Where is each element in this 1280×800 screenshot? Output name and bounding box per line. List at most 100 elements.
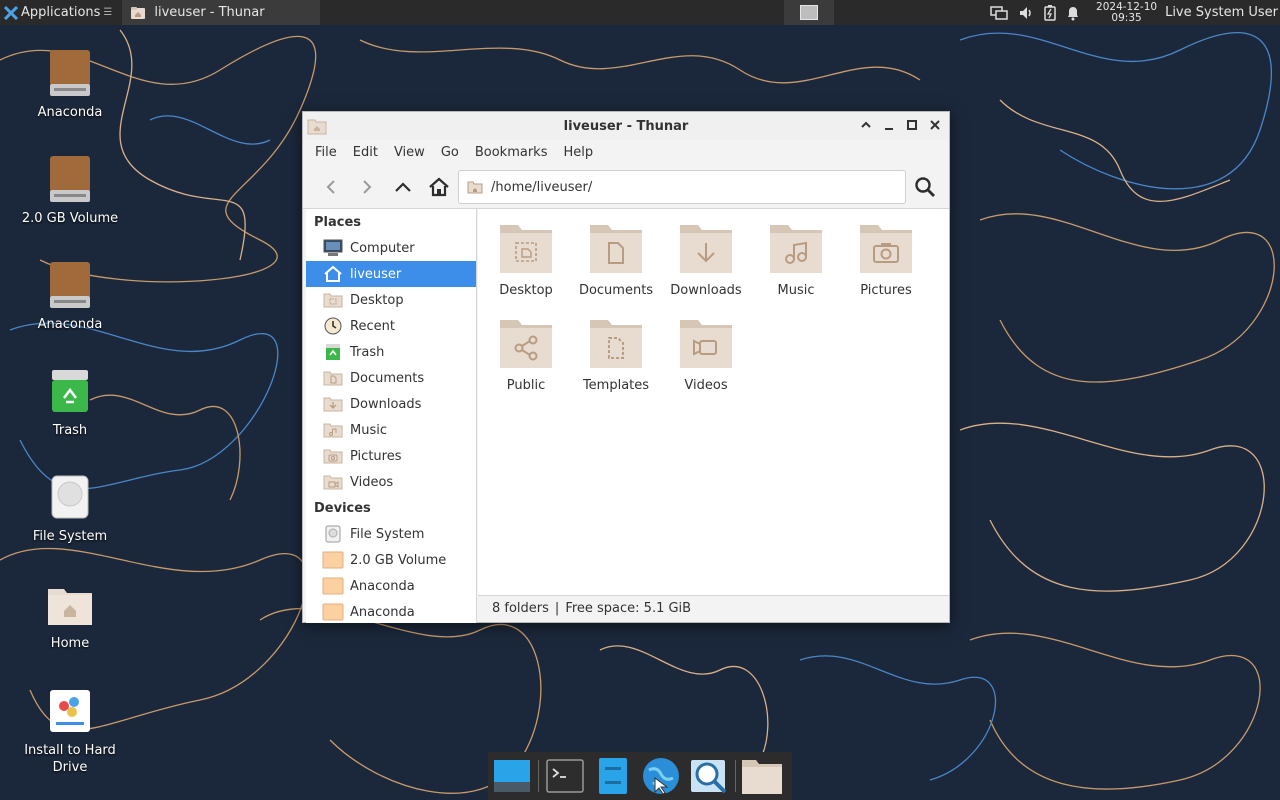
sidebar-item-liveuser[interactable]: liveuser [306,261,476,287]
dock-file-manager[interactable] [591,754,635,798]
window-titlebar[interactable]: liveuser - Thunar [303,112,949,140]
folder-documents[interactable]: Documents [571,221,661,298]
sidebar-item-volume[interactable]: 2.0 GB Volume [306,547,476,573]
drive-icon [322,602,344,622]
folder-public[interactable]: Public [481,316,571,393]
desktop-icon-label: 2.0 GB Volume [21,211,119,226]
battery-icon[interactable] [1044,4,1056,21]
desktop-folder-icon [500,225,552,273]
sidebar-item-recent[interactable]: Recent [306,313,476,339]
home-button[interactable] [421,171,457,203]
folder-pictures[interactable]: Pictures [841,221,931,298]
sidebar-item-computer[interactable]: Computer [306,235,476,261]
folder-label: Videos [684,378,728,393]
sidebar: Places Computer liveuser Desktop Recent … [306,209,477,623]
desktop-icon-label: File System [32,529,108,544]
menu-file[interactable]: File [307,145,345,160]
close-icon[interactable] [927,117,943,133]
dock-app-finder[interactable] [687,754,731,798]
desktop-icon-home[interactable]: Home [15,581,125,652]
show-desktop-icon [494,760,530,792]
sidebar-item-label: Recent [350,318,395,334]
sidebar-item-label: File System [350,526,425,542]
workspace-1[interactable] [800,5,819,20]
top-panel: Applications ☰ liveuser - Thunar 2024-12… [0,0,1280,25]
videos-folder-icon [322,472,344,492]
desktop-icon-volume[interactable]: 2.0 GB Volume [15,156,125,227]
dock-show-desktop[interactable] [490,754,534,798]
applications-label: Applications [21,5,101,20]
xfce-logo-icon [4,5,18,20]
maximize-icon[interactable] [904,117,920,133]
sidebar-item-anaconda-1[interactable]: Anaconda [306,573,476,599]
file-manager-icon [599,758,627,794]
clock-time: 09:35 [1111,11,1142,24]
computer-icon [322,238,344,258]
sidebar-item-trash[interactable]: Trash [306,339,476,365]
taskbar-window-button[interactable]: liveuser - Thunar [122,0,321,25]
desktop-icon-label: Anaconda [37,105,103,120]
folder-downloads[interactable]: Downloads [661,221,751,298]
filesystem-icon [51,475,89,519]
sidebar-item-label: Pictures [350,448,402,464]
minimize-icon[interactable] [881,117,897,133]
forward-button[interactable] [349,171,385,203]
sidebar-item-documents[interactable]: Documents [306,365,476,391]
status-bar: 8 folders | Free space: 5.1 GiB [478,595,949,621]
sidebar-item-pictures[interactable]: Pictures [306,443,476,469]
volume-icon[interactable] [1018,5,1034,21]
search-button[interactable] [909,171,941,203]
menu-go[interactable]: Go [433,145,467,160]
menu-edit[interactable]: Edit [345,145,386,160]
desktop-icon-anaconda-1[interactable]: Anaconda [15,50,125,121]
clock[interactable]: 2024-12-10 09:35 [1096,1,1157,24]
desktop-folder-icon [322,290,344,310]
desktop-icon-filesystem[interactable]: File System [15,474,125,545]
sidebar-item-label: Anaconda [350,604,415,620]
sidebar-item-downloads[interactable]: Downloads [306,391,476,417]
chevron-left-icon [326,180,335,194]
notification-bell-icon[interactable] [1066,5,1080,21]
sidebar-item-music[interactable]: Music [306,417,476,443]
desktop-icon-label: Trash [52,423,88,438]
app-finder-icon [691,760,727,794]
dock-web-browser[interactable] [639,754,683,798]
dock-separator [538,760,539,792]
roll-up-icon[interactable] [858,117,874,133]
user-menu[interactable]: Live System User [1165,5,1280,20]
dock-terminal[interactable] [543,754,587,798]
trash-icon [322,342,344,362]
menu-help[interactable]: Help [555,145,601,160]
desktop-icon-anaconda-2[interactable]: Anaconda [15,262,125,333]
folder-templates[interactable]: Templates [571,316,661,393]
sidebar-item-label: liveuser [350,266,402,282]
content-area: Places Computer liveuser Desktop Recent … [303,208,949,623]
home-folder-icon [467,181,483,194]
documents-folder-icon [322,368,344,388]
home-folder-icon [48,589,92,625]
desktop-icon-install[interactable]: Install to Hard Drive [15,688,125,776]
web-browser-icon [643,758,679,795]
folder-label: Music [777,283,815,298]
sidebar-item-desktop[interactable]: Desktop [306,287,476,313]
dock-folder[interactable] [740,754,784,798]
home-icon [322,264,344,284]
location-bar[interactable]: /home/liveuser/ [458,170,906,204]
sidebar-item-filesystem[interactable]: File System [306,521,476,547]
drive-icon [50,156,90,202]
parent-folder-button[interactable] [385,171,421,203]
workspace-switcher[interactable] [784,0,835,25]
folder-music[interactable]: Music [751,221,841,298]
menu-view[interactable]: View [386,145,433,160]
back-button[interactable] [313,171,349,203]
sidebar-item-anaconda-2[interactable]: Anaconda [306,599,476,623]
applications-menu-button[interactable]: Applications ☰ [0,0,116,25]
menu-bookmarks[interactable]: Bookmarks [467,145,556,160]
taskbar-window-title: liveuser - Thunar [154,5,265,20]
sidebar-item-videos[interactable]: Videos [306,469,476,495]
sidebar-item-label: Computer [350,240,415,256]
folder-videos[interactable]: Videos [661,316,751,393]
desktop-icon-trash[interactable]: Trash [15,368,125,439]
network-icon[interactable] [990,5,1008,21]
folder-desktop[interactable]: Desktop [481,221,571,298]
